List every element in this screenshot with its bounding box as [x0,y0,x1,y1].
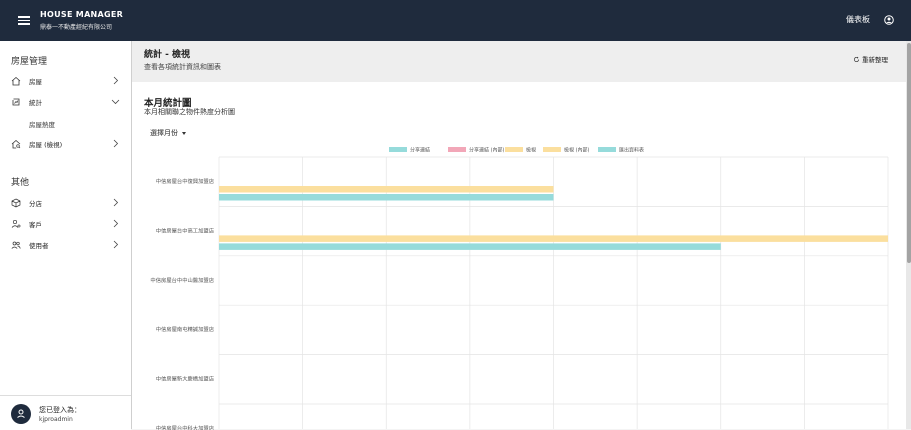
users-icon [11,241,21,249]
legend-label: 匯出資料表 [619,147,644,154]
house-search-icon [11,139,21,149]
legend-swatch [598,147,616,152]
y-tick-label: 中信房屋南屯精誠加盟店 [156,325,214,333]
customer-icon [11,219,21,228]
sidebar-item-label: 房屋 (檢視) [29,141,63,149]
y-tick-label: 中信房屋台中高工加盟店 [156,226,214,234]
login-info: 您已登入為： kjproadmin [0,395,131,430]
bar [219,194,554,201]
scrollbar-thumb[interactable] [906,43,911,263]
legend-label: 分享連結 [410,147,430,154]
main-content: 統計 - 檢視 查看各項統計資訊和圖表 重新整理 本月統計圖 本月相關聯之物件熱… [132,41,906,430]
app-header: HOUSE MANAGER 鼎泰一不動產經紀有限公司 儀表板 [0,0,911,41]
chevron-down-icon [111,99,120,105]
section-title-other: 其他 [11,178,30,188]
sidebar-item-label: 分店 [29,200,42,208]
chevron-right-icon [113,240,119,249]
avatar [11,404,31,424]
bar-chart: 分享連結 分享連結 (內部) 檢視 檢視 (內部) 匯出資料表中信房屋台中復興加盟店中信… [150,147,889,430]
cube-icon [11,198,21,208]
login-username: kjproadmin [39,416,73,423]
sidebar-item-statistics[interactable]: 統計 [0,93,131,111]
chevron-right-icon [113,219,119,228]
account-circle-icon[interactable] [884,15,894,25]
refresh-icon [853,56,860,63]
bar [219,243,721,250]
chart-box-icon [12,98,20,106]
bar [219,235,888,242]
legend-label: 分享連結 (內部) [469,147,505,154]
chevron-right-icon [113,139,119,148]
bar [219,186,554,193]
company-name: 鼎泰一不動產經紀有限公司 [40,24,113,31]
sidebar-item-users[interactable]: 使用者 [0,236,131,254]
scrollbar[interactable] [906,41,911,429]
sidebar-item-house-view[interactable]: 房屋 (檢視) [0,135,131,153]
sidebar-item-customer[interactable]: 客戶 [0,215,131,233]
login-label: 您已登入為： [39,406,81,414]
app-title: HOUSE MANAGER [40,10,124,19]
sidebar-item-branch[interactable]: 分店 [0,194,131,212]
person-icon [17,409,25,418]
sidebar-item-house[interactable]: 房屋 [0,72,131,90]
legend-label: 檢視 (內部) [564,147,590,154]
y-tick-label: 中信房屋台中復興加盟店 [156,177,214,185]
sidebar-item-label: 使用者 [29,242,49,250]
refresh-button[interactable]: 重新整理 [853,54,888,64]
legend-swatch [389,147,407,152]
chevron-right-icon [113,76,119,85]
legend-swatch [543,147,561,152]
legend-swatch [448,147,466,152]
section-title-house: 房屋管理 [11,57,48,67]
dashboard-button[interactable]: 儀表板 [846,14,870,25]
stats-card: 本月統計圖 本月相關聯之物件熱度分析圖 選擇月份 分享連結 分享連結 (內部) 檢視… [132,82,906,430]
menu-icon[interactable] [18,14,30,26]
legend-label: 檢視 [526,147,536,154]
y-tick-label: 中信房屋台中科大加盟店 [156,424,214,430]
page-subtitle: 查看各項統計資訊和圖表 [144,63,221,71]
sidebar: 房屋管理 房屋 統計 房屋熱度 房屋 (檢視) 其他 分店 客戶 使用者 您已登… [0,41,132,430]
page-title: 統計 - 檢視 [144,50,191,60]
legend-swatch [505,147,523,152]
chevron-right-icon [113,198,119,207]
y-tick-label: 中信房屋新大慶橋加盟店 [156,375,214,383]
refresh-label: 重新整理 [862,56,888,64]
sidebar-subitem-house-heat[interactable]: 房屋熱度 [29,119,55,129]
y-tick-label: 中信房屋台中中山醫加盟店 [150,276,214,284]
sidebar-item-label: 客戶 [29,221,42,229]
sidebar-item-label: 統計 [29,99,42,107]
page-header: 統計 - 檢視 查看各項統計資訊和圖表 重新整理 [132,41,906,82]
sidebar-item-label: 房屋 [29,78,42,86]
house-icon [11,76,21,86]
